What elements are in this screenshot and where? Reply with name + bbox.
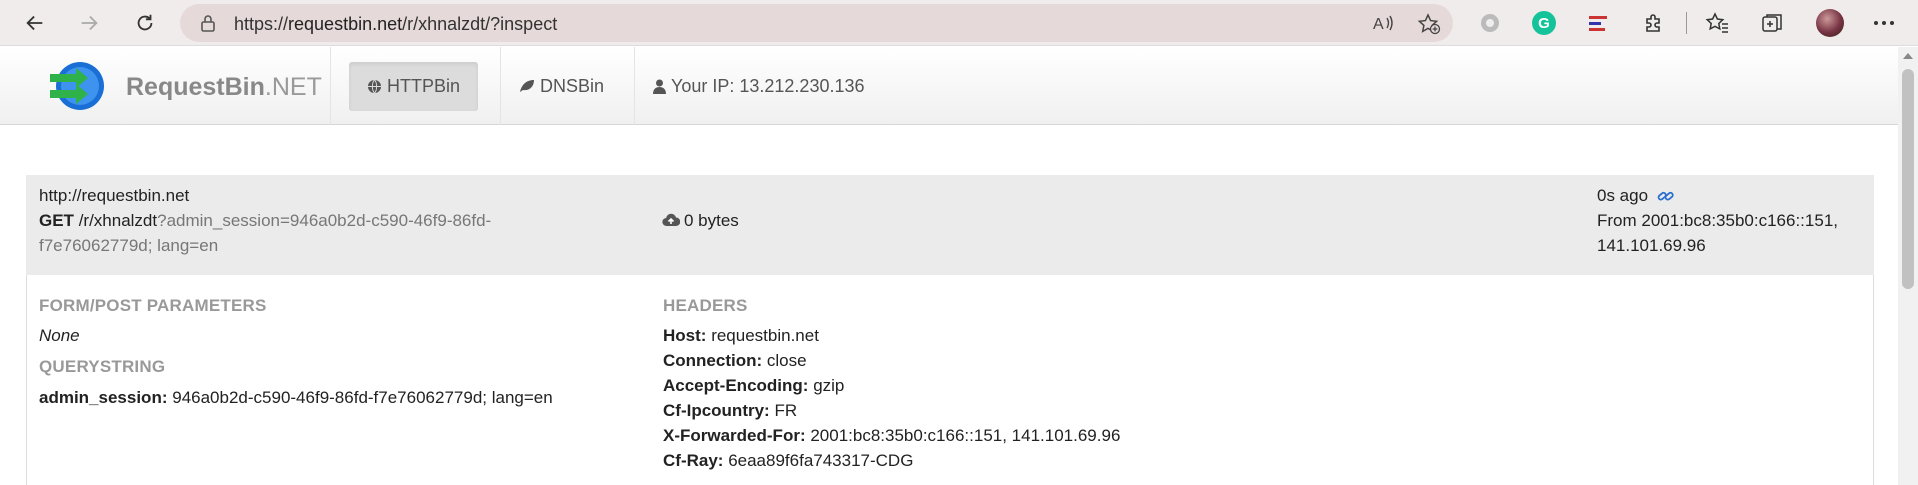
- url-prefix: https://: [234, 14, 289, 34]
- extension-gray-icon[interactable]: [1476, 9, 1504, 37]
- leaf-icon: [520, 80, 534, 92]
- scroll-up-arrow-icon[interactable]: [1903, 53, 1913, 59]
- request-from: From 2001:bc8:35b0:c166::151,: [1597, 211, 1838, 230]
- request-details: FORM/POST PARAMETERS None QUERYSTRING ad…: [26, 275, 1874, 485]
- extensions-puzzle-icon[interactable]: [1640, 9, 1668, 37]
- nav-your-ip: Your IP: 13.212.230.136: [634, 47, 883, 125]
- grammarly-icon[interactable]: G: [1530, 9, 1558, 37]
- header-value: requestbin.net: [711, 326, 819, 345]
- url-path: /r/xhnalzdt/?inspect: [402, 14, 558, 34]
- header-key: Connection:: [663, 351, 763, 370]
- url-host: requestbin.net: [288, 14, 403, 34]
- header-row: Accept-Encoding: gzip: [663, 376, 844, 396]
- cloud-upload-icon: [662, 213, 681, 227]
- profile-avatar[interactable]: [1816, 9, 1844, 37]
- request-query-cont: f7e76062779d; lang=en: [39, 236, 219, 255]
- querystring-row: admin_session: 946a0b2d-c590-46f9-86fd-f…: [39, 388, 553, 408]
- header-value: 6eaa89f6fa743317-CDG: [728, 451, 914, 470]
- browser-toolbar: https://requestbin.net/r/xhnalzdt/?inspe…: [0, 0, 1918, 46]
- header-row: X-Forwarded-For: 2001:bc8:35b0:c166::151…: [663, 426, 1120, 446]
- querystring-key: admin_session:: [39, 388, 168, 407]
- header-key: Accept-Encoding:: [663, 376, 809, 395]
- request-path: /r/xhnalzdt: [78, 211, 158, 230]
- header-key: X-Forwarded-For:: [663, 426, 806, 445]
- headers-title: HEADERS: [663, 296, 748, 315]
- request-size: 0 bytes: [662, 211, 739, 231]
- page-scrollbar[interactable]: [1898, 47, 1918, 485]
- form-params-value: None: [39, 326, 80, 345]
- arrow-left-icon: [26, 15, 43, 31]
- header-key: Cf-Ray:: [663, 451, 724, 470]
- extension-tracker-icon[interactable]: [1584, 9, 1612, 37]
- lock-icon: [201, 15, 215, 32]
- address-bar[interactable]: https://requestbin.net/r/xhnalzdt/?inspe…: [180, 4, 1453, 42]
- more-menu-icon[interactable]: [1870, 9, 1898, 37]
- header-row: Host: requestbin.net: [663, 326, 819, 346]
- header-value: 2001:bc8:35b0:c166::151, 141.101.69.96: [810, 426, 1121, 445]
- request-age: 0s ago: [1597, 186, 1674, 206]
- page-content: RequestBin.NET HTTPBin DNSBin Your IP: 1…: [0, 47, 1898, 485]
- header-value: close: [766, 351, 807, 370]
- arrow-right-icon: [81, 15, 98, 31]
- brand-name[interactable]: RequestBin.NET: [126, 73, 322, 102]
- nav-dnsbin-label: DNSBin: [540, 75, 605, 96]
- collections-icon[interactable]: [1758, 9, 1786, 37]
- nav-dnsbin[interactable]: DNSBin: [500, 47, 622, 125]
- header-value: FR: [774, 401, 798, 420]
- request-summary: http://requestbin.net GET /r/xhnalzdt?ad…: [26, 175, 1874, 275]
- url-text[interactable]: https://requestbin.net/r/xhnalzdt/?inspe…: [234, 14, 557, 35]
- header-value: gzip: [813, 376, 845, 395]
- read-aloud-icon[interactable]: A: [1373, 13, 1395, 33]
- brand-suffix: .NET: [264, 73, 322, 101]
- querystring-value: 946a0b2d-c590-46f9-86fd-f7e76062779d; la…: [172, 388, 553, 407]
- nav-ip-label: Your IP: 13.212.230.136: [671, 75, 865, 96]
- request-origin: http://requestbin.net: [39, 186, 190, 205]
- header-row: Connection: close: [663, 351, 807, 371]
- request-line: GET /r/xhnalzdt?admin_session=946a0b2d-c…: [39, 211, 491, 231]
- request-age-value: 0s ago: [1597, 186, 1649, 205]
- globe-icon: [367, 79, 382, 93]
- site-navbar: RequestBin.NET HTTPBin DNSBin Your IP: 1…: [0, 47, 1898, 125]
- back-button[interactable]: [18, 6, 52, 40]
- requestbin-logo-icon[interactable]: [48, 60, 106, 112]
- form-params-title: FORM/POST PARAMETERS: [39, 296, 267, 315]
- refresh-button[interactable]: [128, 6, 162, 40]
- link-icon[interactable]: [1657, 189, 1674, 203]
- svg-text:A: A: [1373, 16, 1384, 33]
- header-key: Cf-Ipcountry:: [663, 401, 770, 420]
- add-favorite-icon[interactable]: [1417, 13, 1441, 35]
- header-key: Host:: [663, 326, 707, 345]
- header-row: Cf-Ipcountry: FR: [663, 401, 797, 421]
- nav-httpbin[interactable]: HTTPBin: [330, 47, 496, 125]
- refresh-icon: [137, 14, 153, 31]
- querystring-title: QUERYSTRING: [39, 357, 166, 376]
- request-method: GET: [39, 211, 74, 230]
- user-icon: [653, 79, 666, 94]
- brand-main: RequestBin: [126, 73, 265, 101]
- request-size-value: 0 bytes: [684, 211, 739, 230]
- nav-httpbin-label: HTTPBin: [387, 75, 461, 96]
- scroll-thumb[interactable]: [1902, 69, 1914, 289]
- header-row: Cf-Ray: 6eaa89f6fa743317-CDG: [663, 451, 913, 471]
- toolbar-divider: [1686, 12, 1687, 34]
- request-from-cont: 141.101.69.96: [1597, 236, 1706, 255]
- forward-button[interactable]: [72, 6, 106, 40]
- favorites-icon[interactable]: [1703, 9, 1731, 37]
- request-query: ?admin_session=946a0b2d-c590-46f9-86fd-: [157, 211, 492, 230]
